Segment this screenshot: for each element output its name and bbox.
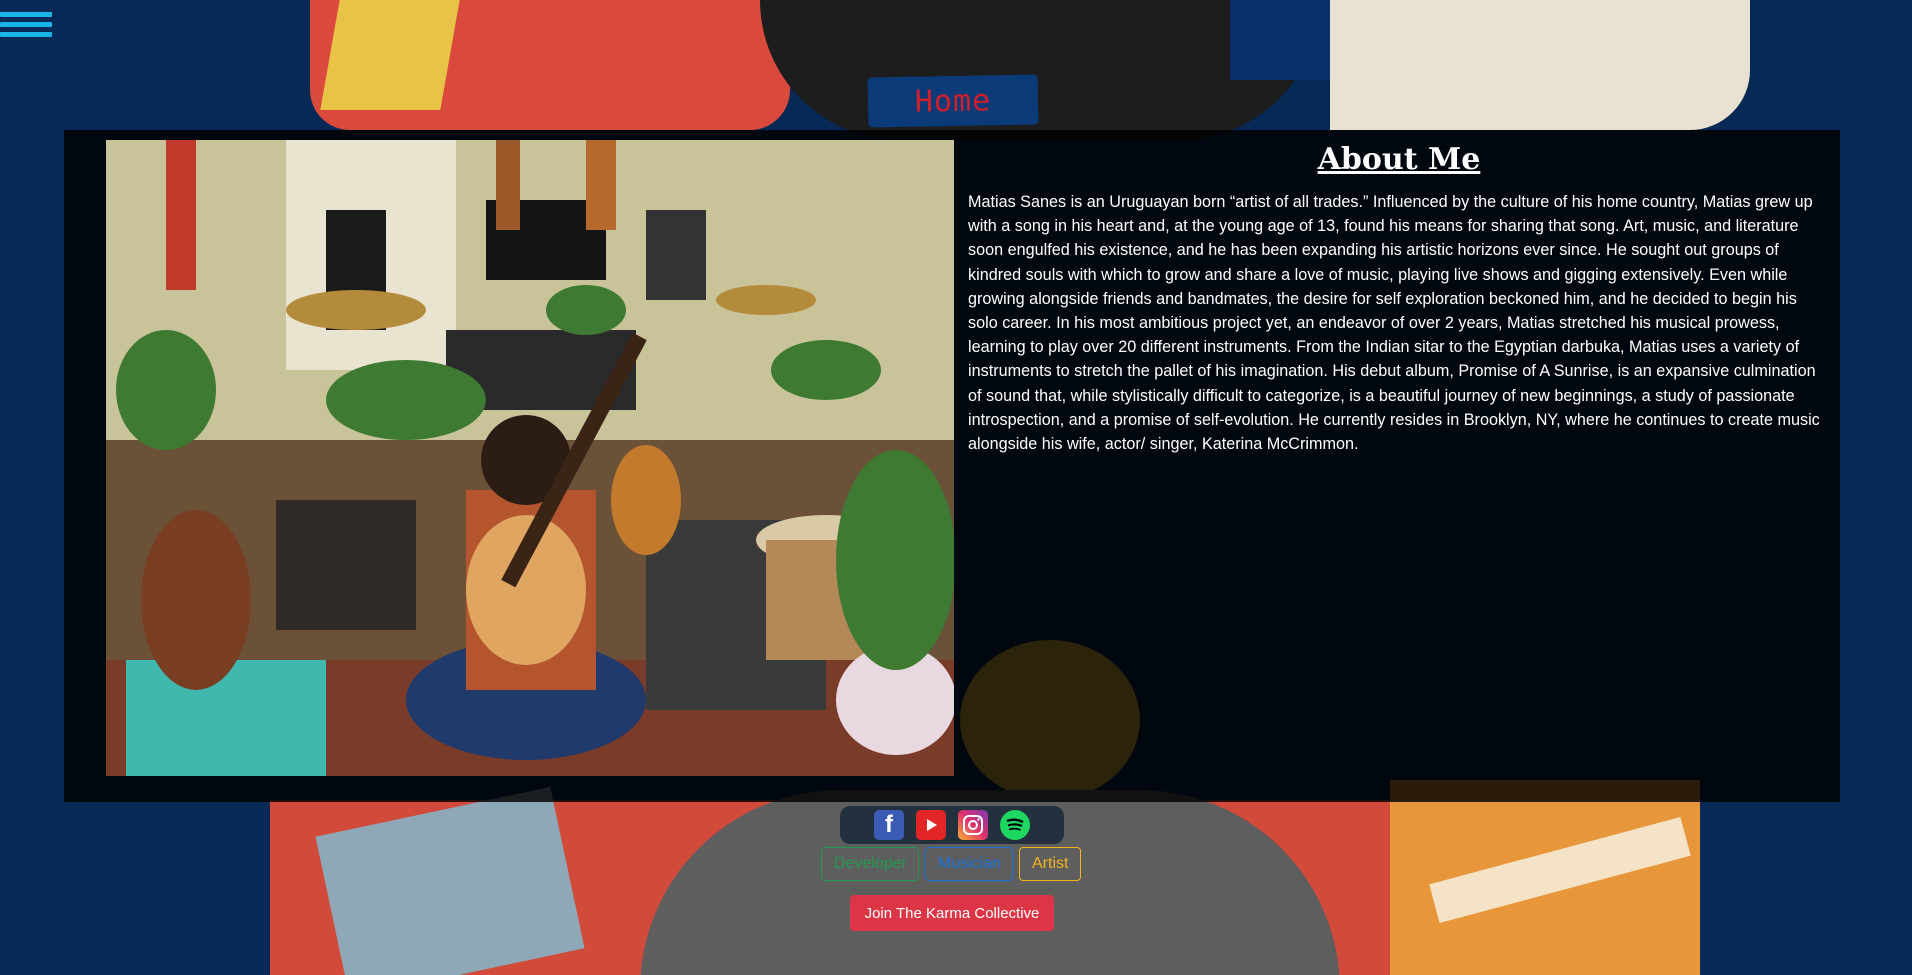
social-links: f [840,806,1064,844]
about-panel: About Me Matias Sanes is an Uruguayan bo… [64,130,1840,802]
join-karma-collective-button[interactable]: Join The Karma Collective [850,895,1054,931]
about-section: About Me Matias Sanes is an Uruguayan bo… [968,140,1830,456]
instagram-icon[interactable] [958,810,988,840]
hamburger-menu-icon[interactable] [0,12,52,46]
about-text: Matias Sanes is an Uruguayan born “artis… [968,193,1820,454]
facebook-icon[interactable]: f [874,810,904,840]
spotify-icon[interactable] [1000,810,1030,840]
youtube-icon[interactable] [916,810,946,840]
facebook-glyph: f [885,811,893,838]
musician-button[interactable]: Musician [925,847,1013,881]
home-link[interactable]: Home [867,74,1039,128]
artist-button[interactable]: Artist [1019,847,1081,881]
about-heading: About Me [1317,142,1481,177]
developer-button[interactable]: Developer [821,847,919,881]
musician-photo [106,140,954,776]
role-buttons: Developer Musician Artist [821,847,1081,881]
